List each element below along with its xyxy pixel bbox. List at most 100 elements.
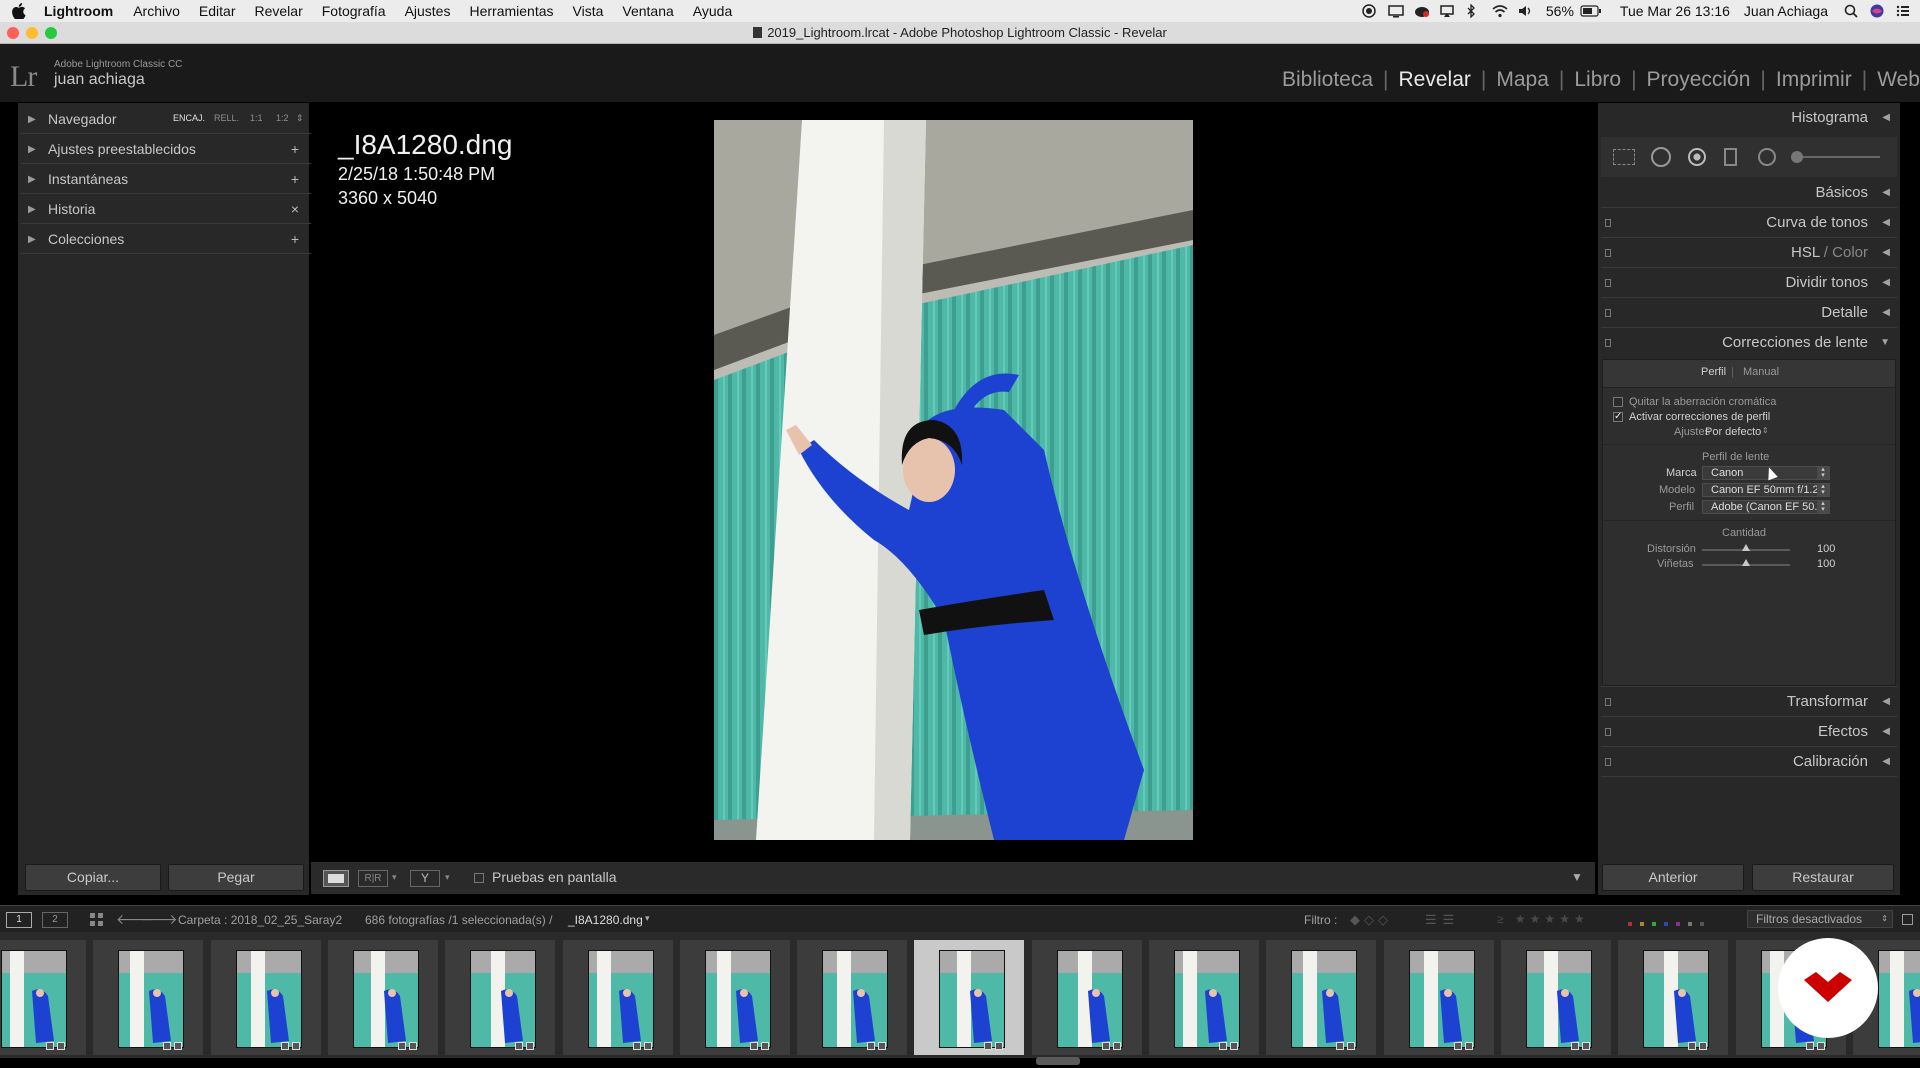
module-revelar[interactable]: Revelar [1389, 68, 1481, 92]
filter-lock-icon[interactable] [1902, 914, 1913, 925]
copy-settings-button[interactable]: Copiar... [25, 864, 161, 891]
display-icon[interactable] [1388, 4, 1404, 18]
crop-badge-icon[interactable] [1817, 1042, 1825, 1050]
y-split-view-button[interactable]: Y [410, 870, 440, 887]
menu-herramientas[interactable]: Herramientas [469, 3, 553, 19]
filmstrip-thumbnail[interactable] [445, 940, 555, 1055]
record-icon[interactable] [1362, 4, 1376, 18]
lens-corrections-header[interactable]: Correcciones de lente ▼ [1598, 328, 1900, 358]
develop-settings-badge-icon[interactable] [1454, 1042, 1462, 1050]
menu-vista[interactable]: Vista [573, 3, 604, 19]
clear-history-icon[interactable]: × [291, 201, 299, 217]
zoom-dropdown-icon[interactable]: ⇕ [296, 113, 304, 124]
previous-button[interactable]: Anterior [1602, 864, 1744, 891]
flag-filter-icons[interactable]: ◆◇◇ [1350, 912, 1392, 928]
develop-settings-badge-icon[interactable] [398, 1042, 406, 1050]
crop-badge-icon[interactable] [995, 1042, 1003, 1050]
panel-toggle-switch[interactable] [1605, 698, 1611, 706]
develop-settings-badge-icon[interactable] [750, 1042, 758, 1050]
split-toning-header[interactable]: Dividir tonos ◀ [1598, 268, 1900, 298]
history-header[interactable]: ▶ Historia × [18, 194, 309, 224]
setup-dropdown-arrow-icon[interactable]: ⇕ [1762, 426, 1769, 435]
siri-icon[interactable] [1870, 4, 1884, 18]
remove-chromatic-aberration-checkbox[interactable] [1613, 397, 1623, 407]
develop-settings-badge-icon[interactable] [46, 1042, 54, 1050]
main-screen-button[interactable]: 1 [6, 912, 32, 928]
distortion-slider-thumb[interactable] [1742, 544, 1750, 551]
filmstrip-thumbnail[interactable] [1149, 940, 1259, 1055]
develop-settings-badge-icon[interactable] [1102, 1042, 1110, 1050]
second-screen-button[interactable]: 2 [42, 912, 68, 928]
module-proyeccion[interactable]: Proyección [1637, 68, 1761, 92]
zoom-1-1-option[interactable]: 1:1 [250, 113, 263, 123]
main-photo[interactable] [714, 120, 1193, 840]
add-collection-icon[interactable]: + [291, 231, 299, 247]
filmstrip-thumbnail[interactable] [797, 940, 907, 1055]
module-web[interactable]: Web [1867, 68, 1920, 92]
soft-proofing-checkbox[interactable] [474, 873, 484, 883]
current-filename[interactable]: _I8A1280.dng [568, 913, 643, 927]
detail-header[interactable]: Detalle ◀ [1598, 298, 1900, 328]
tone-curve-header[interactable]: Curva de tonos ◀ [1598, 208, 1900, 238]
module-libro[interactable]: Libro [1564, 68, 1631, 92]
battery-icon[interactable] [1580, 4, 1602, 18]
filmstrip-thumbnail-selected[interactable] [914, 940, 1024, 1055]
setup-dropdown[interactable]: Por defecto [1705, 426, 1761, 438]
filmstrip-thumbnail[interactable] [563, 940, 673, 1055]
develop-settings-badge-icon[interactable] [1336, 1042, 1344, 1050]
panel-toggle-switch[interactable] [1605, 249, 1611, 257]
color-label-filter[interactable] [1628, 916, 1708, 926]
crop-badge-icon[interactable] [761, 1042, 769, 1050]
develop-settings-badge-icon[interactable] [1806, 1042, 1814, 1050]
develop-settings-badge-icon[interactable] [1571, 1042, 1579, 1050]
module-biblioteca[interactable]: Biblioteca [1272, 68, 1383, 92]
menubar-user[interactable]: Juan Achiaga [1744, 3, 1828, 19]
transform-header[interactable]: Transformar ◀ [1598, 687, 1900, 717]
histogram-header[interactable]: Histograma ◀ [1598, 103, 1900, 133]
menu-archivo[interactable]: Archivo [133, 3, 180, 19]
menu-ayuda[interactable]: Ayuda [693, 3, 732, 19]
crop-badge-icon[interactable] [409, 1042, 417, 1050]
spot-removal-tool-icon[interactable] [1651, 147, 1671, 167]
menu-fotografia[interactable]: Fotografía [322, 3, 386, 19]
add-snapshot-icon[interactable]: + [291, 171, 299, 187]
crop-badge-icon[interactable] [1699, 1042, 1707, 1050]
tab-profile[interactable]: Perfil [1701, 366, 1726, 378]
crop-badge-icon[interactable] [292, 1042, 300, 1050]
navigator-header[interactable]: ▶ Navegador ENCAJ. RELL. 1:1 1:2 ⇕ [18, 104, 309, 134]
loupe-view-button[interactable] [323, 870, 349, 887]
tab-manual[interactable]: Manual [1743, 366, 1779, 378]
apple-icon[interactable] [12, 3, 30, 19]
spotlight-search-icon[interactable] [1844, 4, 1858, 18]
radial-filter-tool-icon[interactable] [1758, 148, 1776, 166]
filmstrip-thumbnail[interactable] [1384, 940, 1494, 1055]
menu-ajustes[interactable]: Ajustes [405, 3, 451, 19]
rating-filter-stars[interactable]: ≥ ★★★★★ [1497, 912, 1589, 926]
panel-toggle-switch[interactable] [1605, 728, 1611, 736]
toolbar-options-icon[interactable]: ▼ [1571, 870, 1583, 884]
hsl-color-header[interactable]: HSL / Color ◀ [1598, 238, 1900, 268]
panel-toggle-switch[interactable] [1605, 309, 1611, 317]
develop-settings-badge-icon[interactable] [633, 1042, 641, 1050]
collections-header[interactable]: ▶ Colecciones + [18, 224, 309, 254]
adjustment-brush-tool-icon[interactable] [1791, 151, 1803, 163]
volume-icon[interactable] [1518, 4, 1532, 18]
filmstrip-scrollbar[interactable] [1036, 1057, 1080, 1065]
develop-settings-badge-icon[interactable] [281, 1042, 289, 1050]
bluetooth-icon[interactable] [1466, 3, 1480, 19]
calibration-header[interactable]: Calibración ◀ [1598, 747, 1900, 777]
crop-badge-icon[interactable] [57, 1042, 65, 1050]
notification-center-icon[interactable] [1896, 4, 1910, 18]
develop-settings-badge-icon[interactable] [515, 1042, 523, 1050]
crop-badge-icon[interactable] [1582, 1042, 1590, 1050]
profile-dropdown[interactable]: Adobe (Canon EF 50... ▴ ▾ [1702, 500, 1830, 514]
graduated-filter-tool-icon[interactable] [1724, 148, 1737, 166]
module-imprimir[interactable]: Imprimir [1766, 68, 1862, 92]
enable-profile-corrections-checkbox[interactable]: ✓ [1613, 412, 1623, 422]
filmstrip-thumbnail[interactable] [93, 940, 203, 1055]
panel-toggle-switch[interactable] [1605, 219, 1611, 227]
adjustment-brush-slider[interactable] [1795, 156, 1880, 158]
edit-filter-icons[interactable]: ☰☰ [1425, 912, 1460, 928]
filmstrip-thumbnail[interactable] [1266, 940, 1376, 1055]
menubar-datetime[interactable]: Tue Mar 26 13:16 [1620, 3, 1730, 19]
